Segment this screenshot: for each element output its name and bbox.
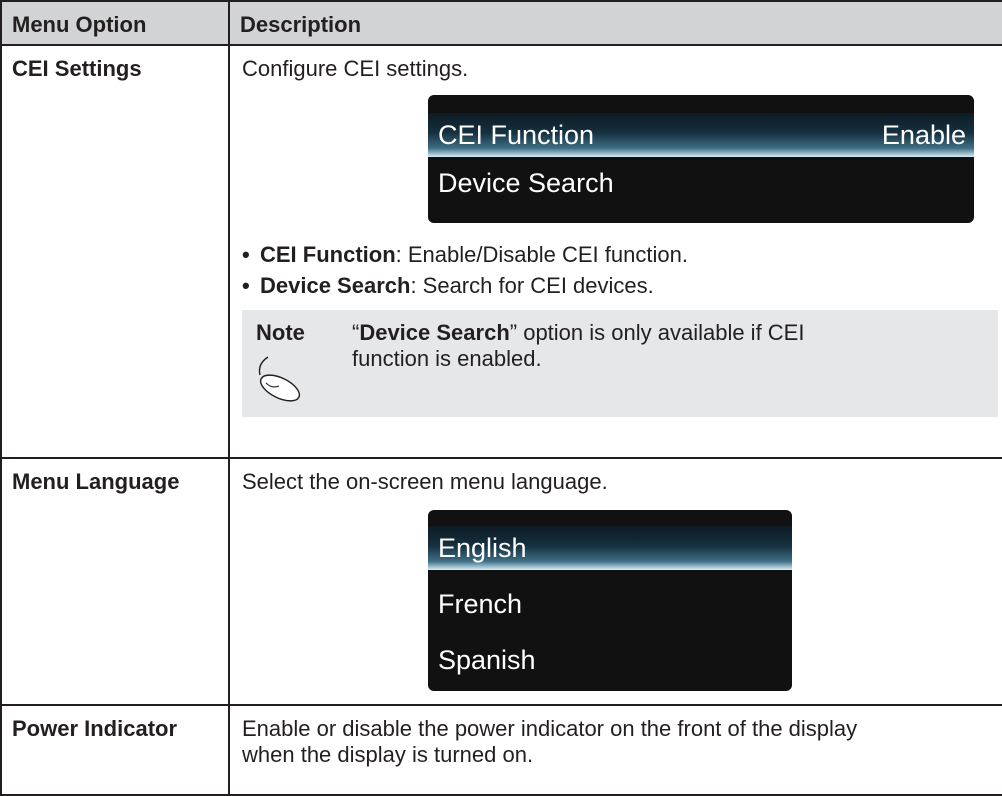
bullet-item: CEI Function: Enable/Disable CEI functio… <box>242 239 1002 270</box>
osd-language-spanish: Spanish <box>438 645 536 675</box>
option-label-power-indicator: Power Indicator <box>12 716 178 741</box>
power-line-2: when the display is turned on. <box>242 742 534 767</box>
table-row-power-indicator: Power Indicator Enable or disable the po… <box>0 704 1002 796</box>
osd-item-label: Device Search <box>438 168 614 198</box>
bullet-item: Device Search: Search for CEI devices. <box>242 270 1002 301</box>
power-description: Enable or disable the power indicator on… <box>230 706 1002 768</box>
osd-language-english: English <box>428 526 792 570</box>
power-line-1: Enable or disable the power indicator on… <box>242 716 858 741</box>
bullet-term: CEI Function <box>260 242 396 267</box>
option-cell: Power Indicator <box>0 704 230 796</box>
note-label: Note <box>256 320 305 345</box>
option-cell: Menu Language <box>0 457 230 706</box>
description-cell: Select the on-screen menu language. Engl… <box>228 457 1002 706</box>
osd-language-french: French <box>438 589 523 619</box>
description-cell: Enable or disable the power indicator on… <box>228 704 1002 796</box>
option-label-cei-settings: CEI Settings <box>12 56 142 81</box>
mouse-icon <box>258 356 301 402</box>
osd-item-cei-function: CEI Function Enable <box>428 113 974 157</box>
note-line-2: function is enabled. <box>352 346 542 371</box>
option-cell: CEI Settings <box>0 44 230 459</box>
menu-options-table: Menu Option Description CEI Settings Con… <box>0 0 1002 796</box>
cei-bullet-list: CEI Function: Enable/Disable CEI functio… <box>242 239 1002 301</box>
header-menu-option: Menu Option <box>0 0 230 46</box>
cei-description: Configure CEI settings. CEI Function Ena… <box>230 46 1002 417</box>
bullet-text: : Search for CEI devices. <box>410 273 654 298</box>
osd-item-label: CEI Function <box>438 120 595 150</box>
option-label-menu-language: Menu Language <box>12 469 180 494</box>
description-cell: Configure CEI settings. CEI Function Ena… <box>228 44 1002 459</box>
osd-item-value: Enable <box>881 120 966 150</box>
cei-osd-menu: CEI Function Enable Device Search <box>428 95 974 223</box>
language-intro-text: Select the on-screen menu language. <box>242 469 608 494</box>
note-box: Note “Device Search” option is only avai… <box>242 310 998 417</box>
header-description: Description <box>228 0 1002 46</box>
table-header-row: Menu Option Description <box>0 0 1002 46</box>
bullet-term: Device Search <box>260 273 411 298</box>
osd-item-device-search: Device Search <box>428 161 974 205</box>
bullet-text: : Enable/Disable CEI function. <box>395 242 688 267</box>
table-row-menu-language: Menu Language Select the on-screen menu … <box>0 457 1002 706</box>
note-term: Device Search <box>359 320 510 345</box>
table-row-cei-settings: CEI Settings Configure CEI settings. CEI… <box>0 44 1002 459</box>
language-osd-menu: English French Spanish <box>428 510 792 691</box>
cei-intro-text: Configure CEI settings. <box>242 56 469 81</box>
note-text: “Device Search” option is only available… <box>352 320 804 372</box>
language-description: Select the on-screen menu language. Engl… <box>230 459 1002 691</box>
note-line-1: “Device Search” option is only available… <box>352 320 805 345</box>
